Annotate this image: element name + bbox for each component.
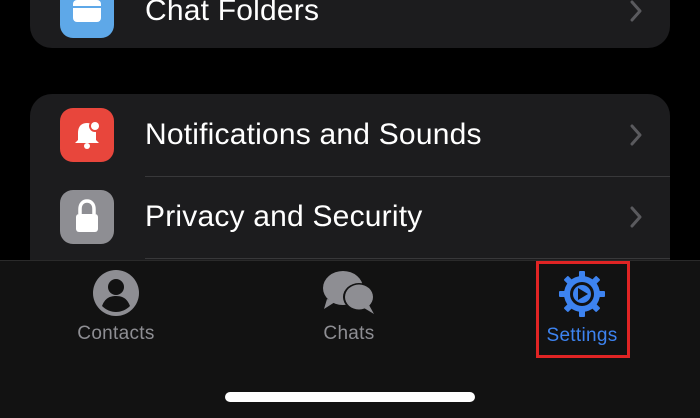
gear-icon <box>559 271 605 317</box>
lock-icon <box>60 190 114 244</box>
chevron-right-icon <box>630 206 642 228</box>
chevron-right-icon <box>630 124 642 146</box>
tab-label: Chats <box>323 323 375 344</box>
tab-settings[interactable]: Settings <box>502 269 662 359</box>
settings-row-chat-folders[interactable]: Chat Folders <box>30 0 670 48</box>
settings-group-top: Chat Folders <box>30 0 670 48</box>
tab-label: Settings <box>546 325 618 346</box>
settings-row-privacy[interactable]: Privacy and Security <box>30 176 670 258</box>
chat-bubbles-icon <box>323 271 375 314</box>
home-indicator[interactable] <box>225 392 475 402</box>
row-separator <box>145 258 670 259</box>
settings-row-label: Privacy and Security <box>145 200 423 233</box>
folder-icon <box>60 0 114 38</box>
settings-row-notifications[interactable]: Notifications and Sounds <box>30 94 670 176</box>
settings-row-label: Chat Folders <box>145 0 320 27</box>
chevron-right-icon <box>630 0 642 22</box>
tab-contacts[interactable]: Contacts <box>36 269 196 359</box>
person-circle-icon <box>93 270 139 316</box>
tab-label: Contacts <box>77 323 155 344</box>
bell-icon <box>60 108 114 162</box>
settings-row-label: Notifications and Sounds <box>145 118 482 151</box>
tab-chats[interactable]: Chats <box>269 269 429 359</box>
